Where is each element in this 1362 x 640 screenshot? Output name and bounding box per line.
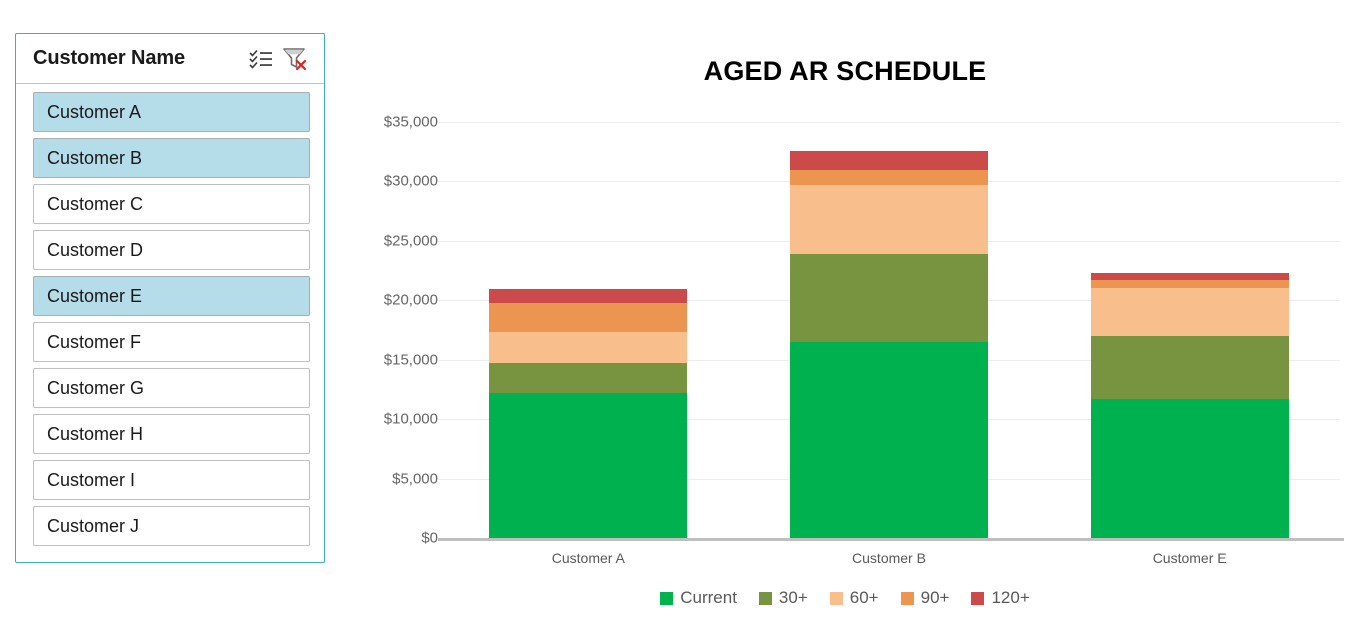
bar-segment[interactable] — [489, 393, 688, 538]
bar-segment[interactable] — [790, 170, 988, 186]
stacked-bar[interactable] — [1090, 272, 1289, 538]
legend-label: 120+ — [991, 588, 1030, 607]
legend-swatch-icon — [660, 591, 674, 605]
slicer-item[interactable]: Customer D — [33, 230, 310, 270]
x-axis-tick-label: Customer A — [551, 550, 625, 566]
slicer-item[interactable]: Customer A — [33, 92, 310, 132]
slicer-item-label: Customer E — [47, 285, 143, 306]
slicer-item-label: Customer F — [47, 331, 142, 352]
slicer-item-label: Customer A — [47, 101, 142, 122]
bar-segment[interactable] — [1090, 398, 1289, 538]
slicer-item-label: Customer H — [47, 423, 144, 444]
y-axis-tick-label: $10,000 — [383, 410, 438, 428]
legend-label: Current — [680, 588, 737, 607]
slicer-item[interactable]: Customer E — [33, 276, 310, 316]
bar-segment[interactable] — [1090, 288, 1289, 336]
bar-segment[interactable] — [1090, 335, 1289, 399]
legend-swatch-icon — [829, 591, 843, 605]
legend-item[interactable]: 60+ — [829, 588, 879, 608]
bar-segment[interactable] — [790, 185, 988, 254]
slicer-item-label: Customer D — [47, 239, 144, 260]
x-axis-tick-label: Customer B — [852, 550, 926, 566]
y-axis-tick-label: $25,000 — [383, 232, 438, 250]
y-axis-tick-label: $15,000 — [383, 351, 438, 369]
legend-label: 30+ — [778, 588, 808, 607]
legend-item[interactable]: 120+ — [971, 588, 1030, 608]
legend-label: 60+ — [849, 588, 879, 607]
slicer-item[interactable]: Customer J — [33, 506, 310, 546]
slicer-item-label: Customer J — [47, 515, 140, 536]
chart-title: AGED AR SCHEDULE — [703, 56, 987, 86]
y-axis-labels: $0 $5,000 $10,000 $15,000 $20,000 $25,000 $30,… — [340, 20, 438, 640]
stacked-bar[interactable] — [790, 150, 988, 538]
slicer-item-label: Customer I — [47, 469, 136, 490]
legend-swatch-icon — [971, 591, 985, 605]
y-axis-tick-label: $0 — [421, 529, 438, 547]
y-axis-tick-label: $35,000 — [383, 113, 438, 131]
bar-segment[interactable] — [489, 331, 688, 363]
customer-name-slicer[interactable]: Customer Name Customer A Customer B Cust… — [15, 33, 325, 563]
bar-segment[interactable] — [790, 150, 988, 171]
bar-segment[interactable] — [790, 341, 988, 538]
bar-segment[interactable] — [489, 289, 688, 303]
bar-segment[interactable] — [489, 362, 688, 393]
bar-segment[interactable] — [790, 253, 988, 342]
bar-segment[interactable] — [1090, 279, 1289, 289]
y-axis-tick-label: $5,000 — [392, 470, 438, 488]
clear-filter-icon[interactable] — [280, 45, 310, 73]
slicer-item-list: Customer A Customer B Customer C Customer D… — [16, 84, 324, 546]
x-axis-tick-label: Customer E — [1152, 550, 1227, 566]
bar-segment[interactable] — [489, 302, 688, 332]
legend-item[interactable]: 30+ — [758, 588, 808, 608]
chart-legend: Current 30+ 60+ 90+ 120+ — [340, 588, 1350, 608]
y-axis-tick-label: $20,000 — [383, 291, 438, 309]
legend-item[interactable]: Current — [660, 588, 737, 608]
multi-select-icon[interactable] — [246, 45, 276, 73]
plot-area — [438, 122, 1340, 538]
slicer-item[interactable]: Customer H — [33, 414, 310, 454]
slicer-title: Customer Name — [33, 47, 186, 69]
slicer-item[interactable]: Customer C — [33, 184, 310, 224]
legend-swatch-icon — [758, 591, 772, 605]
slicer-item[interactable]: Customer I — [33, 460, 310, 500]
x-axis-line — [438, 538, 1344, 541]
legend-label: 90+ — [920, 588, 950, 607]
slicer-item-label: Customer C — [47, 193, 144, 214]
gridline — [438, 122, 1340, 123]
slicer-item[interactable]: Customer F — [33, 322, 310, 362]
aged-ar-chart: AGED AR SCHEDULE $0 $5,000 $10,000 $15,000 $… — [340, 20, 1350, 620]
slicer-item[interactable]: Customer G — [33, 368, 310, 408]
slicer-header: Customer Name — [16, 34, 324, 84]
legend-swatch-icon — [900, 591, 914, 605]
y-axis-tick-label: $30,000 — [383, 172, 438, 190]
slicer-item-label: Customer B — [47, 147, 143, 168]
stacked-bar[interactable] — [489, 289, 688, 538]
legend-item[interactable]: 90+ — [900, 588, 950, 608]
slicer-item[interactable]: Customer B — [33, 138, 310, 178]
slicer-item-label: Customer G — [47, 377, 145, 398]
